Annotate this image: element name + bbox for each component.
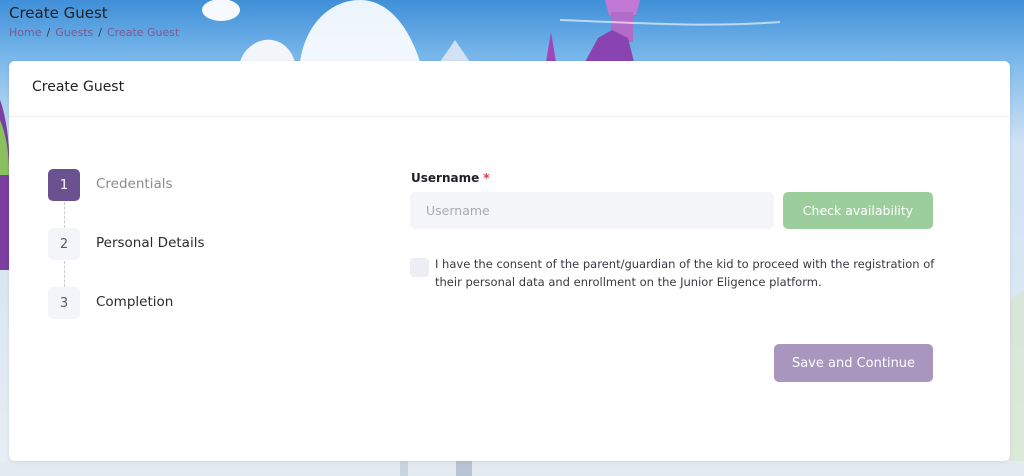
card-title: Create Guest [32, 79, 125, 95]
breadcrumb: Home / Guests / Create Guest [9, 26, 179, 39]
save-and-continue-button[interactable]: Save and Continue [774, 344, 933, 382]
username-label: Username * [411, 171, 490, 185]
step-connector [64, 261, 65, 287]
step-personal-details[interactable]: 2 Personal Details [48, 228, 308, 262]
step-number: 3 [48, 287, 80, 319]
breadcrumb-current: Create Guest [106, 26, 180, 39]
step-number: 1 [48, 169, 80, 201]
username-label-text: Username [411, 171, 480, 185]
step-credentials[interactable]: 1 Credentials [48, 169, 308, 203]
breadcrumb-guests-link[interactable]: Guests [55, 26, 93, 39]
page-title: Create Guest [9, 4, 108, 22]
step-label: Personal Details [96, 235, 205, 251]
step-completion[interactable]: 3 Completion [48, 287, 308, 321]
consent-checkbox[interactable] [410, 258, 429, 277]
step-number: 2 [48, 228, 80, 260]
step-label: Credentials [96, 176, 173, 192]
check-availability-button[interactable]: Check availability [783, 192, 933, 229]
breadcrumb-separator: / [46, 26, 51, 39]
required-marker: * [483, 171, 490, 185]
create-guest-card: Create Guest 1 Credentials 2 Personal De… [9, 61, 1010, 461]
username-input[interactable] [410, 192, 774, 229]
breadcrumb-home-link[interactable]: Home [9, 26, 41, 39]
consent-text: I have the consent of the parent/guardia… [435, 257, 935, 289]
card-header: Create Guest [9, 61, 1010, 117]
step-label: Completion [96, 294, 174, 310]
step-connector [64, 202, 65, 228]
breadcrumb-separator: / [98, 26, 102, 39]
